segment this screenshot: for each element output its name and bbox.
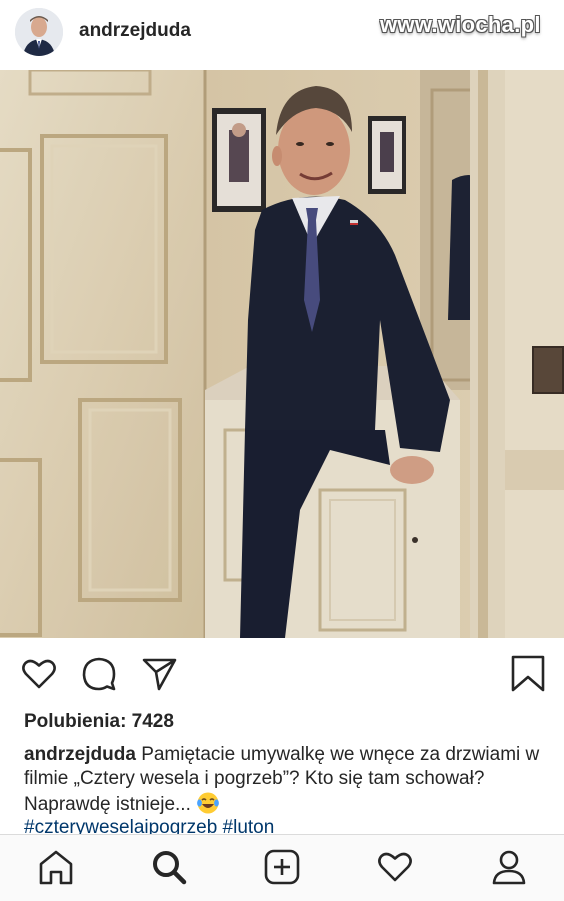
nav-activity[interactable] (375, 847, 415, 887)
post-header: andrzejduda www.wiocha.pl (0, 0, 564, 70)
bookmark-icon (511, 655, 545, 692)
post-hashtags[interactable]: #czteryweselaipogrzeb #luton (24, 817, 274, 834)
paper-plane-icon (142, 658, 177, 691)
post-photo[interactable] (0, 70, 564, 638)
photo-illustration (0, 70, 564, 638)
nav-home[interactable] (36, 847, 76, 887)
home-icon (39, 850, 73, 885)
heart-icon (378, 852, 412, 882)
caption-username[interactable]: andrzejduda (24, 744, 136, 765)
nav-new-post[interactable] (262, 847, 302, 887)
nav-profile[interactable] (489, 847, 529, 887)
plus-square-icon (264, 849, 300, 885)
post-caption: andrzejduda Pamiętacie umywalkę we wnęce… (24, 743, 544, 822)
avatar-image (15, 8, 63, 56)
profile-icon (492, 850, 526, 885)
watermark: www.wiocha.pl (380, 12, 541, 37)
nav-search[interactable] (149, 847, 189, 887)
comment-icon (82, 657, 116, 691)
search-icon (153, 851, 187, 885)
post-actions (0, 638, 564, 708)
share-button[interactable] (139, 654, 179, 694)
like-button[interactable] (19, 654, 59, 694)
likes-count[interactable]: Polubienia: 7428 (24, 711, 174, 733)
heart-icon (22, 659, 56, 689)
post-username[interactable]: andrzejduda (79, 20, 191, 42)
avatar[interactable] (15, 8, 63, 56)
bottom-navigation (0, 834, 564, 901)
save-button[interactable] (508, 654, 548, 694)
comment-button[interactable] (79, 654, 119, 694)
